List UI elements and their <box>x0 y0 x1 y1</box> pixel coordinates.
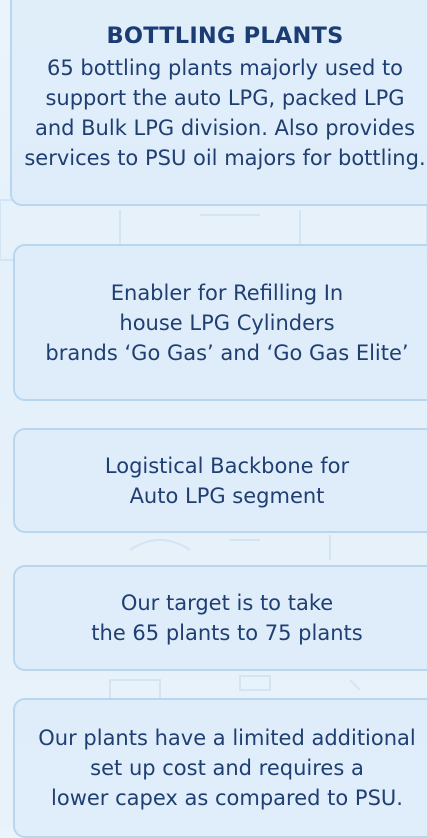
card-bottling-plants: BOTTLING PLANTS 65 bottling plants major… <box>10 0 427 206</box>
card-body: Enabler for Refilling In house LPG Cylin… <box>45 280 409 365</box>
card-body: 65 bottling plants majorly used to suppo… <box>24 56 426 170</box>
card-refilling-enabler: Enabler for Refilling In house LPG Cylin… <box>13 244 427 401</box>
card-body: Our target is to take the 65 plants to 7… <box>91 591 363 645</box>
card-title: BOTTLING PLANTS <box>106 23 344 49</box>
card-body: Our plants have a limited additional set… <box>38 726 416 810</box>
card-logistical-backbone: Logistical Backbone for Auto LPG segment <box>13 428 427 533</box>
card-plant-target: Our target is to take the 65 plants to 7… <box>13 565 427 671</box>
card-body: Logistical Backbone for Auto LPG segment <box>104 453 350 508</box>
card-setup-cost: Our plants have a limited additional set… <box>13 698 427 838</box>
